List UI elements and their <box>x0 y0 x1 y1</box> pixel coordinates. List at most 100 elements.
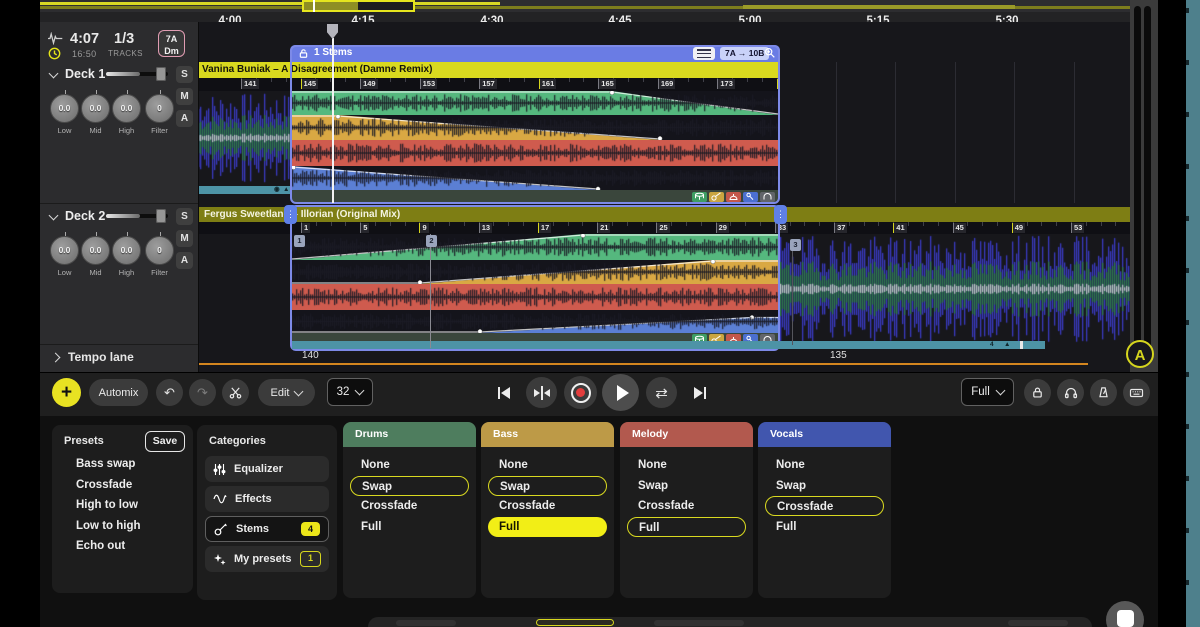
melody-option-full[interactable]: Full <box>627 517 746 537</box>
cue-marker-2[interactable]: 2 <box>426 235 437 247</box>
deck2-volume-slider[interactable] <box>106 214 168 218</box>
overview-viewport[interactable] <box>302 0 415 12</box>
automix-button[interactable]: Automix <box>89 379 148 406</box>
lock-button[interactable] <box>1024 379 1051 406</box>
deck1-vocals-lane[interactable] <box>292 166 778 190</box>
category-effects[interactable]: Effects <box>205 486 329 512</box>
bass-option-crossfade[interactable]: Crossfade <box>488 496 607 516</box>
keyboard-button[interactable] <box>1123 379 1150 406</box>
deck1-solo-button[interactable]: S <box>176 66 193 83</box>
cut-button[interactable] <box>222 379 249 406</box>
drums-option-crossfade[interactable]: Crossfade <box>350 496 469 516</box>
deck2-knob-high[interactable]: 0.0 <box>112 236 141 265</box>
bottom-bar-item[interactable] <box>654 620 744 626</box>
melody-option-swap[interactable]: Swap <box>627 476 746 496</box>
bottom-bar-selected-item[interactable] <box>536 619 614 626</box>
preset-item-low-to-high[interactable]: Low to high <box>76 520 141 532</box>
deck1-melody-lane[interactable] <box>292 140 778 166</box>
deck1-knob-high[interactable]: 0.0 <box>112 94 141 123</box>
vocals-stem-icon[interactable] <box>743 192 758 202</box>
category-equalizer[interactable]: Equalizer <box>205 456 329 482</box>
edit-dropdown[interactable]: Edit <box>258 379 315 406</box>
side-scrollbar-strip[interactable] <box>1186 0 1200 627</box>
skip-to-end-button[interactable] <box>684 377 715 408</box>
melody-option-none[interactable]: None <box>627 455 746 475</box>
bass-option-full[interactable]: Full <box>488 517 607 537</box>
vocals-option-none[interactable]: None <box>765 455 884 475</box>
deck2-collapse-chevron-icon[interactable] <box>49 211 59 221</box>
stems-overlay-header[interactable]: 1 Stems 7A → 10B <box>290 45 780 62</box>
save-preset-button[interactable]: Save <box>145 431 185 452</box>
drums-option-swap[interactable]: Swap <box>350 476 469 496</box>
preset-item-high-to-low[interactable]: High to low <box>76 499 138 511</box>
deck2-knob-low[interactable]: 0.0 <box>50 236 79 265</box>
loop-button[interactable]: ⇄ <box>646 377 677 408</box>
deck2-knob-mid[interactable]: 0.0 <box>81 236 110 265</box>
melody-option-crossfade[interactable]: Crossfade <box>627 496 746 516</box>
cue-marker-1[interactable]: 1 <box>294 235 305 247</box>
deck1-knob-mid[interactable]: 0.0 <box>81 94 110 123</box>
preset-item-bass-swap[interactable]: Bass swap <box>76 458 135 470</box>
redo-button[interactable]: ↷ <box>189 379 216 406</box>
key-shift-badge[interactable]: 7A → 10B <box>720 47 769 60</box>
deck2-bass-lane[interactable] <box>292 260 778 284</box>
category-my-presets[interactable]: My presets1 <box>205 546 329 572</box>
deck2-track-title[interactable]: Fergus Sweetland – Illorian (Original Mi… <box>198 207 1130 222</box>
deck2-progress-bar[interactable]: 4 ▲ <box>292 341 1045 349</box>
deck1-collapse-chevron-icon[interactable] <box>49 69 59 79</box>
deck2-knob-filter[interactable]: 0 <box>145 236 174 265</box>
bottom-bar-item[interactable] <box>396 620 456 626</box>
app-logo[interactable]: A <box>1126 340 1154 368</box>
add-button[interactable]: + <box>52 378 81 407</box>
stems-list-button[interactable] <box>693 47 715 60</box>
play-button[interactable] <box>602 374 639 411</box>
melody-stem-icon[interactable] <box>726 192 741 202</box>
deck1-knob-filter[interactable]: 0 <box>145 94 174 123</box>
deck1-progress-bar[interactable]: ◉ ▲ <box>198 186 292 194</box>
deck2-vocals-lane[interactable] <box>292 310 778 333</box>
magnifier-plus-icon[interactable] <box>764 47 776 59</box>
drums-option-none[interactable]: None <box>350 455 469 475</box>
deck1-volume-slider[interactable] <box>106 72 168 76</box>
cue-marker-3[interactable]: 3 <box>790 239 801 251</box>
metronome-button[interactable] <box>1090 379 1117 406</box>
deck2-tempo-value[interactable]: 135 <box>830 350 847 361</box>
bass-option-swap[interactable]: Swap <box>488 476 607 496</box>
align-playhead-button[interactable] <box>526 377 557 408</box>
deck2-melody-lane[interactable] <box>292 284 778 310</box>
deck2-stems-right-handle[interactable]: ⋮ <box>774 205 787 224</box>
key-badge[interactable]: 7A Dm <box>158 30 185 57</box>
view-mode-dropdown[interactable]: Full <box>961 378 1014 406</box>
deck1-knob-low[interactable]: 0.0 <box>50 94 79 123</box>
preset-item-crossfade[interactable]: Crossfade <box>76 479 132 491</box>
deck1-track-title[interactable]: Vanina Buniak – A Disagreement (Damne Re… <box>198 62 779 78</box>
vocals-option-swap[interactable]: Swap <box>765 476 884 496</box>
tempo-lane-label[interactable]: Tempo lane <box>68 350 134 364</box>
drums-option-full[interactable]: Full <box>350 517 469 537</box>
bass-stem-icon[interactable] <box>709 192 724 202</box>
headphones-button[interactable] <box>1057 379 1084 406</box>
vocals-option-full[interactable]: Full <box>765 517 884 537</box>
deck1-bass-lane[interactable] <box>292 115 778 140</box>
tempo-lane-chevron-icon[interactable] <box>51 353 61 363</box>
undo-button[interactable]: ↶ <box>156 379 183 406</box>
overview-minimap[interactable] <box>40 0 1130 12</box>
deck1-drums-lane[interactable] <box>292 91 778 115</box>
bass-option-none[interactable]: None <box>488 455 607 475</box>
deck1-tempo-value[interactable]: 140 <box>302 350 319 361</box>
deck2-name[interactable]: Deck 2 <box>65 209 105 223</box>
record-button[interactable] <box>564 376 597 409</box>
drums-stem-icon[interactable] <box>692 192 707 202</box>
deck1-name[interactable]: Deck 1 <box>65 67 105 81</box>
deck2-stems-left-handle[interactable]: ⋮ <box>284 205 297 224</box>
vocals-option-crossfade[interactable]: Crossfade <box>765 496 884 516</box>
deck2-drums-lane[interactable] <box>292 234 778 260</box>
category-stems[interactable]: Stems4 <box>205 516 329 542</box>
grid-size-dropdown[interactable]: 32 <box>327 378 373 406</box>
deck2-loop-marker[interactable]: 4 <box>990 341 994 349</box>
bottom-bar-item[interactable] <box>1008 620 1068 626</box>
preset-item-echo-out[interactable]: Echo out <box>76 540 125 552</box>
skip-to-start-button[interactable] <box>488 377 519 408</box>
deck2-solo-button[interactable]: S <box>176 208 193 225</box>
tempo-automation-line[interactable] <box>198 363 1088 365</box>
